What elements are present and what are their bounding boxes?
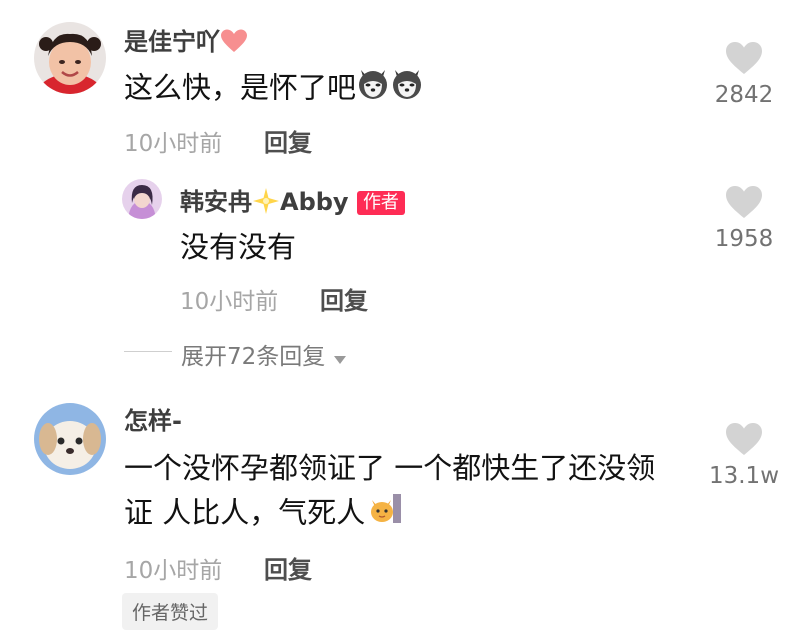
liked-by-author-badge: 作者赞过 bbox=[122, 593, 219, 630]
heart-emoji bbox=[220, 28, 248, 58]
avatar[interactable] bbox=[34, 22, 106, 94]
divider bbox=[124, 351, 172, 352]
reply-button[interactable]: 回复 bbox=[320, 281, 368, 316]
comment-time: 10小时前 bbox=[124, 558, 223, 584]
like-heart-icon[interactable] bbox=[724, 40, 764, 76]
cat-emoji bbox=[369, 491, 403, 538]
like-heart-icon[interactable] bbox=[724, 184, 764, 220]
comment-text: 一个没怀孕都领证了 一个都快生了还没领 证 人比人，气死人 bbox=[124, 447, 694, 537]
like-heart-icon[interactable] bbox=[724, 421, 764, 457]
reply-text: 没有没有 bbox=[180, 230, 297, 264]
comment-text-line2: 证 人比人，气死人 bbox=[124, 491, 694, 538]
reply-button[interactable]: 回复 bbox=[264, 123, 312, 158]
expand-replies-button[interactable]: 展开72条回复 bbox=[181, 337, 347, 371]
sparkle-star-emoji bbox=[252, 187, 280, 219]
like-count: 13.1w bbox=[708, 463, 780, 489]
reply-button[interactable]: 回复 bbox=[264, 550, 312, 585]
avatar[interactable] bbox=[34, 403, 106, 475]
reply-username[interactable]: 韩安冉 Abby 作者 bbox=[180, 187, 405, 219]
husky-emoji bbox=[356, 66, 390, 113]
avatar[interactable] bbox=[122, 179, 162, 219]
reply-time: 10小时前 bbox=[180, 289, 279, 315]
husky-emoji bbox=[390, 66, 424, 113]
chevron-down-icon bbox=[333, 345, 347, 371]
author-tag: 作者 bbox=[356, 190, 405, 216]
comment-username[interactable]: 是佳宁吖 bbox=[124, 28, 248, 58]
comment-time: 10小时前 bbox=[124, 131, 223, 157]
like-count: 2842 bbox=[714, 82, 774, 108]
comment-text: 这么快，是怀了吧 bbox=[124, 66, 424, 113]
comment-username[interactable]: 怎样- bbox=[124, 409, 182, 433]
like-count: 1958 bbox=[714, 226, 774, 252]
